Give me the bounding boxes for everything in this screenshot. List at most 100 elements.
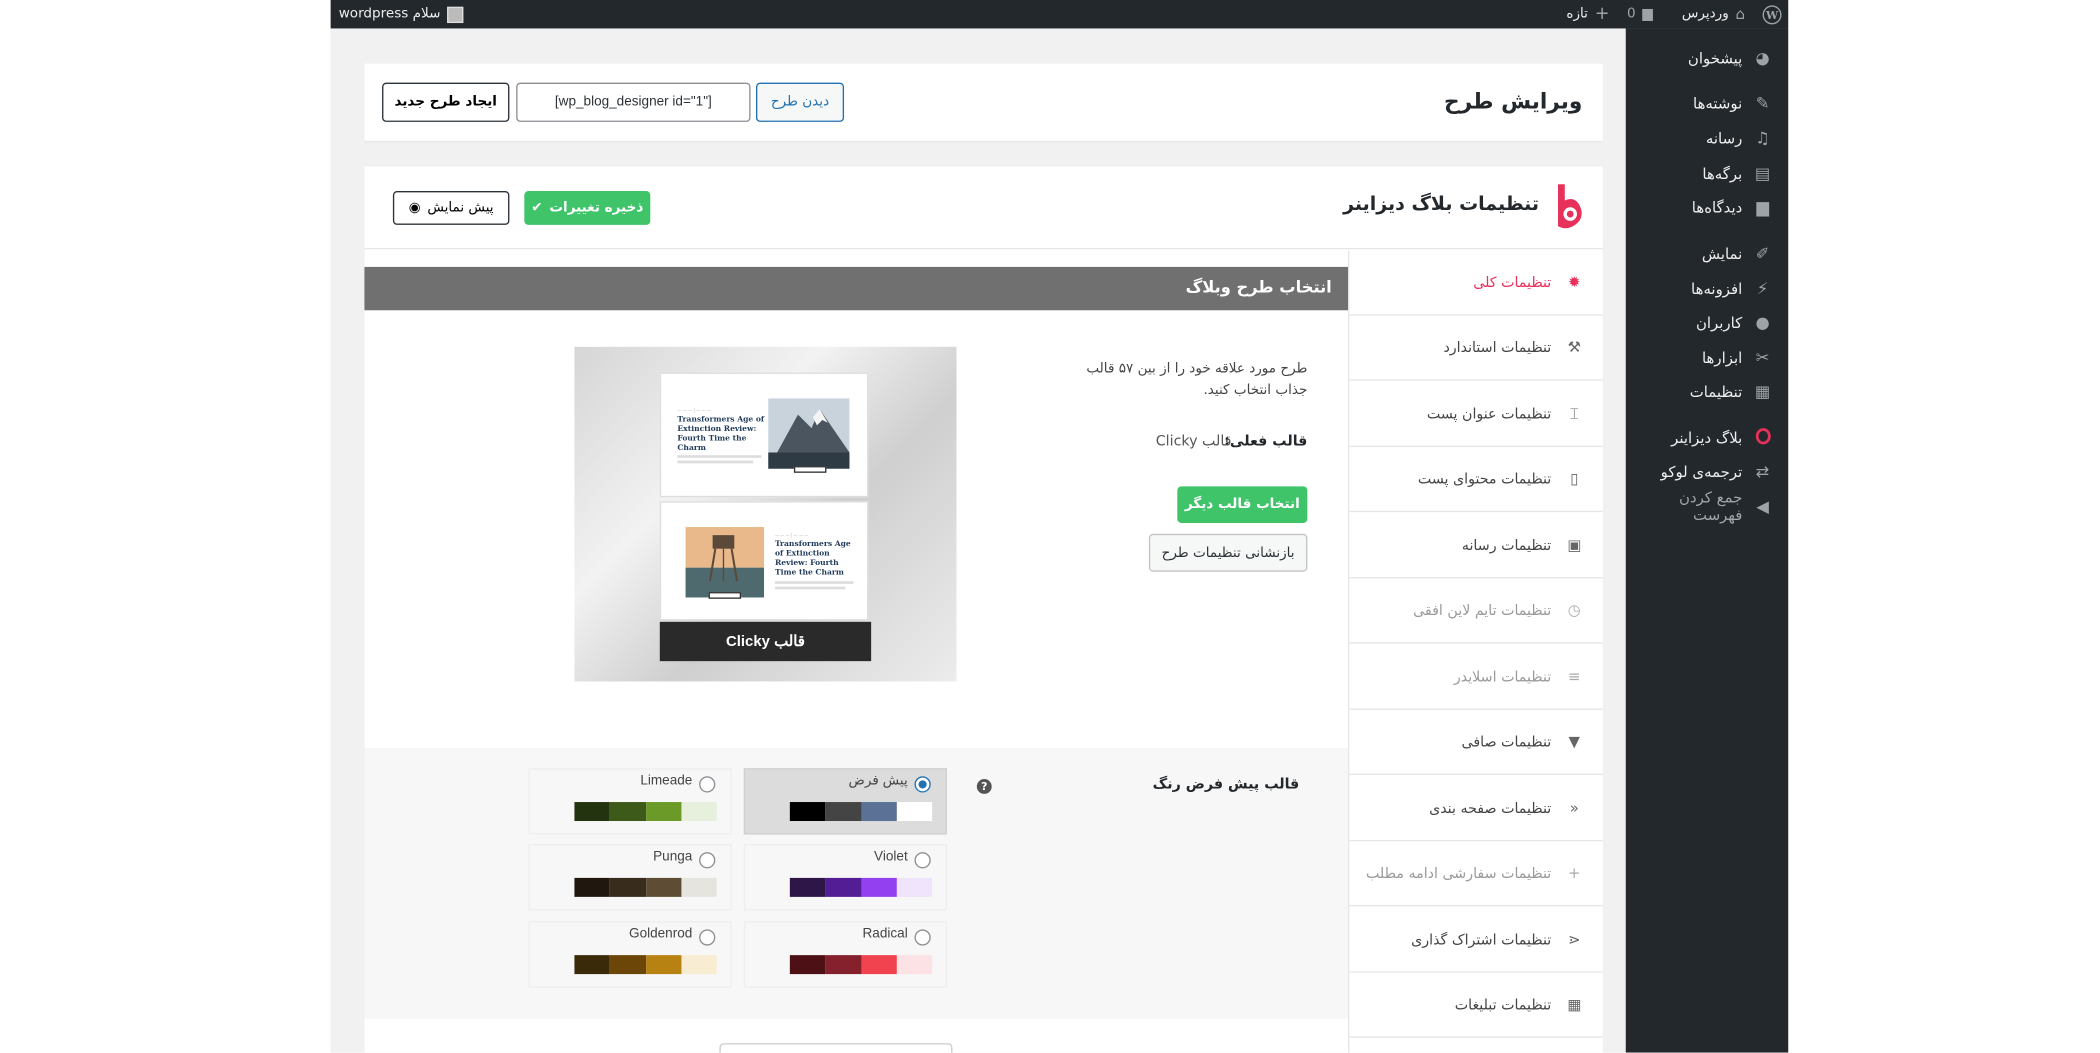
next-field[interactable] (719, 1043, 953, 1053)
save-label: ذخیره تغییرات (549, 200, 644, 216)
sidebar-item-media[interactable]: ♫ رسانه (1626, 122, 1789, 155)
tab-post-content-settings[interactable]: ▯ تنظیمات محتوای پست (1349, 447, 1603, 513)
scheme-name: Violet (874, 849, 908, 865)
tab-slider-settings[interactable]: ≡ تنظیمات اسلایدر (1349, 644, 1603, 710)
settings-content: انتخاب طرح وبلاگ طرح مورد علاقه خود را ا… (364, 251, 1349, 1053)
scheme-radio[interactable] (699, 929, 716, 946)
sidebar-item-loco-translate[interactable]: ⇄ ترجمه‌ی لوکو (1626, 455, 1789, 488)
image-icon: ▣ (1567, 536, 1582, 555)
my-account-link[interactable]: سلام wordpress (339, 0, 464, 28)
scheme-swatches (789, 802, 933, 822)
media-icon: ♫ (1755, 128, 1770, 148)
document-icon: ▯ (1570, 470, 1579, 488)
color-scheme-section: قالب پیش فرض رنگ ? پیش فرض Limeade Viole… (364, 747, 1349, 1019)
sidebar-item-settings[interactable]: ▦ تنظیمات (1626, 375, 1789, 408)
home-icon: ⌂ (1735, 5, 1745, 24)
tab-sharing-settings[interactable]: ⋖ تنظیمات اشتراک گذاری (1349, 907, 1603, 973)
site-name-link[interactable]: ⌂ وردپرس (1682, 0, 1745, 28)
section-header: انتخاب طرح وبلاگ (364, 266, 1349, 311)
translate-icon: ⇄ (1755, 461, 1770, 481)
tab-general-settings[interactable]: ✹ تنظیمات کلی (1349, 250, 1603, 316)
scheme-radio[interactable] (699, 852, 716, 869)
page-title: ویرایش طرح (1444, 88, 1583, 114)
sidebar-item-label: پیشخوان (1687, 49, 1743, 68)
mock-text-line (677, 455, 762, 458)
blog-designer-icon (1753, 427, 1772, 447)
scheme-option-radical[interactable]: Radical (743, 921, 948, 988)
shortcode-field[interactable] (516, 82, 751, 122)
scheme-option-violet[interactable]: Violet (743, 844, 948, 911)
mock-meta: — — — | — — — (774, 532, 809, 538)
tab-pagination-settings[interactable]: « تنظیمات صفحه بندی (1349, 776, 1603, 842)
scheme-option-punga[interactable]: Punga (528, 844, 732, 911)
tab-filter-settings[interactable]: ▼ تنظیمات صافی (1349, 709, 1603, 775)
comment-icon: ▆ (1756, 197, 1769, 217)
sidebar-collapse-menu[interactable]: ◀ جمع کردن فهرست (1626, 489, 1789, 524)
scheme-radio[interactable] (699, 776, 716, 793)
wp-logo-menu[interactable]: W (1762, 0, 1782, 28)
preview-button[interactable]: پیش نمایش ◉ (392, 191, 510, 225)
mock-post-card: — — — | — — — Transformers Age of Extinc… (659, 501, 869, 621)
tab-horizontal-timeline-settings[interactable]: ◷ تنظیمات تایم لاین افقی (1349, 578, 1603, 644)
sidebar-item-comments[interactable]: ▆ دیدگاه‌ها (1626, 191, 1789, 224)
tab-standard-settings[interactable]: ⚒ تنظیمات استاندارد (1349, 315, 1603, 381)
save-changes-button[interactable]: ذخیره تغییرات ✔ (524, 191, 651, 225)
scheme-option-default[interactable]: پیش فرض (743, 768, 948, 835)
new-content-link[interactable]: + تازه (1566, 0, 1609, 28)
panel-title: تنظیمات بلاگ دیزاینر (1343, 193, 1540, 216)
settings-panel: تنظیمات بلاگ دیزاینر ذخیره تغییرات ✔ پیش… (364, 166, 1603, 1053)
mock-text-line (677, 460, 754, 464)
tab-post-title-settings[interactable]: ⌶ تنظیمات عنوان پست (1349, 382, 1603, 448)
dashboard-icon: ◕ (1755, 48, 1770, 68)
current-theme-label: قالب فعلی: (1224, 433, 1308, 450)
comment-bubble-icon: ▆ (1642, 6, 1653, 22)
view-design-button[interactable]: دیدن طرح (755, 82, 845, 122)
scheme-swatches (789, 877, 933, 897)
mock-text-line (774, 581, 854, 584)
tab-ads-settings[interactable]: ▦ تنظیمات تبلیغات (1349, 972, 1603, 1038)
admin-sidebar: ◕ پیشخوان ✎ نوشته‌ها ♫ رسانه ▤ برگه‌ها ▆ دیدگ… (1625, 28, 1789, 1053)
sidebar-item-users[interactable]: ● کاربران (1626, 306, 1789, 339)
mock-post-title: Transformers Age of Extinction Review: F… (774, 540, 851, 578)
mock-read-more (708, 592, 742, 599)
mock-text-line (774, 586, 846, 590)
clock-icon: ◷ (1567, 601, 1581, 620)
eye-icon: ◉ (408, 200, 421, 216)
filter-icon: ▼ (1568, 732, 1581, 751)
scheme-option-limeade[interactable]: Limeade (528, 768, 732, 835)
tab-media-settings[interactable]: ▣ تنظیمات رسانه (1349, 513, 1603, 579)
tab-label: تنظیمات اسلایدر (1453, 668, 1552, 685)
sidebar-item-blog-designer[interactable]: بلاگ دیزاینر (1626, 421, 1789, 454)
comments-link[interactable]: ▆ 0 (1627, 0, 1653, 28)
reset-design-settings-button[interactable]: بازنشانی تنظیمات طرح (1148, 533, 1308, 572)
sidebar-item-appearance[interactable]: ✐ نمایش (1626, 237, 1789, 270)
choose-other-theme-button[interactable]: انتخاب قالب دیگر (1177, 486, 1308, 523)
sidebar-item-label: افزونه‌ها (1691, 279, 1743, 298)
tab-label: تنظیمات استاندارد (1443, 339, 1552, 356)
current-theme-value: قالب Clicky (1155, 433, 1232, 450)
mock-post-card: — — — | — — — Transformers Age of Extinc… (659, 372, 869, 498)
sidebar-item-label: رسانه (1705, 129, 1743, 147)
theme-preview-image[interactable]: — — — | — — — Transformers Age of Extinc… (574, 346, 957, 682)
plus-icon: + (1594, 4, 1610, 25)
sidebar-item-dashboard[interactable]: ◕ پیشخوان (1626, 42, 1789, 75)
scheme-radio[interactable] (914, 852, 931, 869)
sidebar-item-plugins[interactable]: ⚡ افزونه‌ها (1626, 272, 1789, 305)
scheme-option-goldenrod[interactable]: Goldenrod (528, 921, 732, 988)
user-icon: ● (1755, 312, 1770, 332)
tab-read-more-settings[interactable]: + تنظیمات سفارشی ادامه مطلب (1349, 841, 1603, 907)
scheme-radio[interactable] (914, 776, 931, 793)
scheme-swatches (574, 955, 717, 975)
scheme-radio[interactable] (914, 929, 931, 946)
sidebar-item-pages[interactable]: ▤ برگه‌ها (1626, 157, 1789, 190)
mock-meta: — — — | — — — (677, 407, 711, 414)
tab-label: تنظیمات سفارشی ادامه مطلب (1365, 865, 1552, 882)
create-new-design-button[interactable]: ایجاد طرح جدید (382, 82, 510, 122)
ads-icon: ▦ (1567, 995, 1582, 1014)
share-icon: ⋖ (1568, 930, 1581, 949)
scheme-swatches (574, 802, 717, 822)
sidebar-item-posts[interactable]: ✎ نوشته‌ها (1626, 87, 1789, 120)
help-icon[interactable]: ? (976, 779, 992, 794)
blog-designer-logo-icon (1558, 184, 1582, 229)
sidebar-item-tools[interactable]: ✂ ابزارها (1626, 341, 1789, 374)
